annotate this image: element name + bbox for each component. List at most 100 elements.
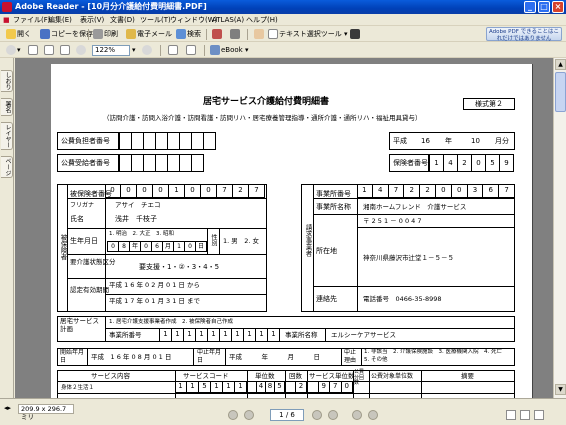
menu-window[interactable]: ウィンドウ(W)	[170, 15, 217, 25]
previous-view-button[interactable]	[352, 410, 362, 420]
document-menu-icon[interactable]: ■	[3, 15, 10, 25]
markup-button[interactable]	[230, 29, 241, 40]
close-button[interactable]: ×	[552, 1, 564, 13]
save-copy-label: コピーを保存	[51, 30, 93, 38]
service-code-cells: 1 1 5 1 1 1	[175, 381, 247, 393]
care-plan-provider-name: エルシーケアサービス	[331, 331, 396, 339]
text-select-tool-button[interactable]: テキスト選択ツール ▾	[268, 29, 348, 40]
last-page-button[interactable]	[328, 410, 338, 420]
ebook-icon	[210, 45, 220, 55]
search-button[interactable]: 検索	[176, 29, 201, 40]
email-button[interactable]: 電子メール	[126, 29, 172, 40]
insured-digit: 0	[185, 184, 201, 197]
continuous-view-icon[interactable]	[520, 410, 530, 420]
toolbar-separator	[160, 45, 161, 56]
provider-digit: 1	[357, 184, 373, 197]
menu-atlas[interactable]: ATLAS(A)	[212, 15, 244, 25]
previous-page-button[interactable]	[244, 410, 254, 420]
public-recipient-cells	[119, 154, 204, 172]
insured-digit: 0	[137, 184, 153, 197]
menu-bar: ■ ファイル(F) 編集(E) 表示(V) 文書(D) ツール(T) ウィンドウ…	[0, 14, 566, 26]
name-value: 浅井 千枝子	[115, 215, 157, 223]
zoom-toolbar: ▾ 122% ▾ eBook ▾	[0, 43, 566, 58]
save-copy-button[interactable]: コピーを保存	[40, 29, 93, 40]
binoculars-icon	[176, 29, 186, 39]
snapshot-button[interactable]	[350, 29, 361, 40]
scroll-up-arrow[interactable]: ▲	[555, 59, 566, 70]
next-view-button[interactable]	[368, 410, 378, 420]
scroll-thumb[interactable]	[555, 72, 566, 112]
gender-label: 性別	[210, 234, 217, 246]
care-plan-provider-cells: 1 1 1 1 1 1 1 1 1 1	[159, 328, 280, 342]
public-recipient-label: 公費受給者番号	[61, 159, 110, 167]
hand-tool-button[interactable]	[254, 29, 265, 40]
billing-year: 16	[421, 137, 430, 145]
insurer-digit: 2	[458, 155, 472, 171]
stop-reasons: 1. 非該当 2. 介護保険施設 3. 医療機関入院 4. 死亡 5. その他	[364, 349, 508, 363]
toolbar-separator	[204, 45, 205, 56]
fit-width-button[interactable]	[60, 45, 71, 56]
zoom-in-plus-button[interactable]	[142, 45, 153, 56]
menu-file[interactable]: ファイル(F)	[13, 15, 51, 25]
address-value: 神奈川県藤沢市辻堂１－５－５	[363, 254, 454, 262]
service-header-notes: 摘要	[461, 372, 474, 380]
email-label: 電子メール	[137, 30, 172, 38]
markup-icon	[230, 29, 240, 39]
insurer-number-cells: 1 4 2 0 5 9	[429, 154, 514, 172]
zoom-in-button[interactable]: ▾	[6, 45, 21, 56]
menu-view[interactable]: 表示(V)	[80, 15, 104, 25]
camera-icon	[350, 29, 360, 39]
insured-digit: 7	[249, 184, 265, 197]
open-button[interactable]: 開く	[6, 29, 31, 40]
start-label: 開始年月日	[60, 349, 85, 364]
menu-tools[interactable]: ツール(T)	[140, 15, 171, 25]
toolbar-separator	[206, 29, 207, 40]
print-label: 印刷	[104, 30, 118, 38]
actual-size-button[interactable]	[28, 45, 39, 56]
rotate-cw-button[interactable]	[186, 45, 197, 56]
address-label: 所在地	[316, 247, 337, 255]
service-header-code: サービスコード	[183, 372, 229, 380]
scroll-down-arrow[interactable]: ▼	[555, 384, 566, 395]
service-units-cells: 4 8 5	[247, 381, 285, 393]
ebook-button[interactable]: eBook ▾	[210, 45, 248, 56]
tab-signatures[interactable]: 署名	[1, 98, 13, 116]
fit-page-button[interactable]	[44, 45, 55, 56]
menu-document[interactable]: 文書(D)	[110, 15, 135, 25]
insurer-digit: 4	[444, 155, 458, 171]
minimize-button[interactable]: _	[524, 1, 536, 13]
zoom-out-button[interactable]	[76, 45, 87, 56]
tab-pages[interactable]: ページ	[1, 156, 13, 178]
first-page-button[interactable]	[228, 410, 238, 420]
sign-button[interactable]	[212, 29, 223, 40]
next-page-button[interactable]	[312, 410, 322, 420]
start-date: 平成 1 6 年 0 8 月 0 1 日	[91, 353, 172, 361]
zoom-level-field[interactable]: 122%	[92, 45, 130, 56]
service-header-public-units: 公費対象単位数	[371, 373, 414, 380]
service-header-total: サービス単位数	[309, 372, 355, 380]
page-size-arrow-icon[interactable]: ◂▸	[4, 404, 11, 413]
print-button[interactable]: 印刷	[93, 29, 118, 40]
rotate-button[interactable]	[168, 45, 179, 56]
insured-number-cells: 0 0 0 0 1 0 0 7 2 7	[105, 184, 265, 198]
public-payer-cells	[119, 132, 216, 150]
page-number-field[interactable]: 1 / 6	[270, 409, 304, 421]
tab-layers[interactable]: レイヤー	[1, 122, 13, 150]
search-label: 検索	[187, 30, 201, 38]
document-view[interactable]: 居宅サービス介護給付費明細書 （訪問介護・訪問入浴介護・訪問看護・訪問リハ・居宅…	[15, 58, 553, 398]
vertical-scrollbar[interactable]: ▲ ▼	[553, 58, 566, 398]
adobe-promo-button[interactable]: Adobe PDF できることはこれだけではありません	[486, 27, 562, 42]
facing-view-icon[interactable]	[534, 410, 544, 420]
menu-help[interactable]: ヘルプ(H)	[246, 15, 278, 25]
single-page-view-icon[interactable]	[506, 410, 516, 420]
menu-edit[interactable]: 編集(E)	[48, 15, 72, 25]
care-plan-options: 1. 居宅介護支援事業者作成 2. 被保険者自己作成	[109, 319, 233, 325]
save-icon	[40, 29, 50, 39]
provider-name-label: 事業所名称	[316, 203, 351, 211]
service-header-public-count: 公費分回数	[354, 369, 365, 386]
zoom-dropdown[interactable]: ▾	[132, 45, 136, 56]
magnifier-icon	[6, 45, 16, 55]
maximize-button[interactable]: □	[538, 1, 550, 13]
provider-digit: 0	[436, 184, 452, 197]
tab-bookmarks[interactable]: しおり	[1, 70, 13, 92]
